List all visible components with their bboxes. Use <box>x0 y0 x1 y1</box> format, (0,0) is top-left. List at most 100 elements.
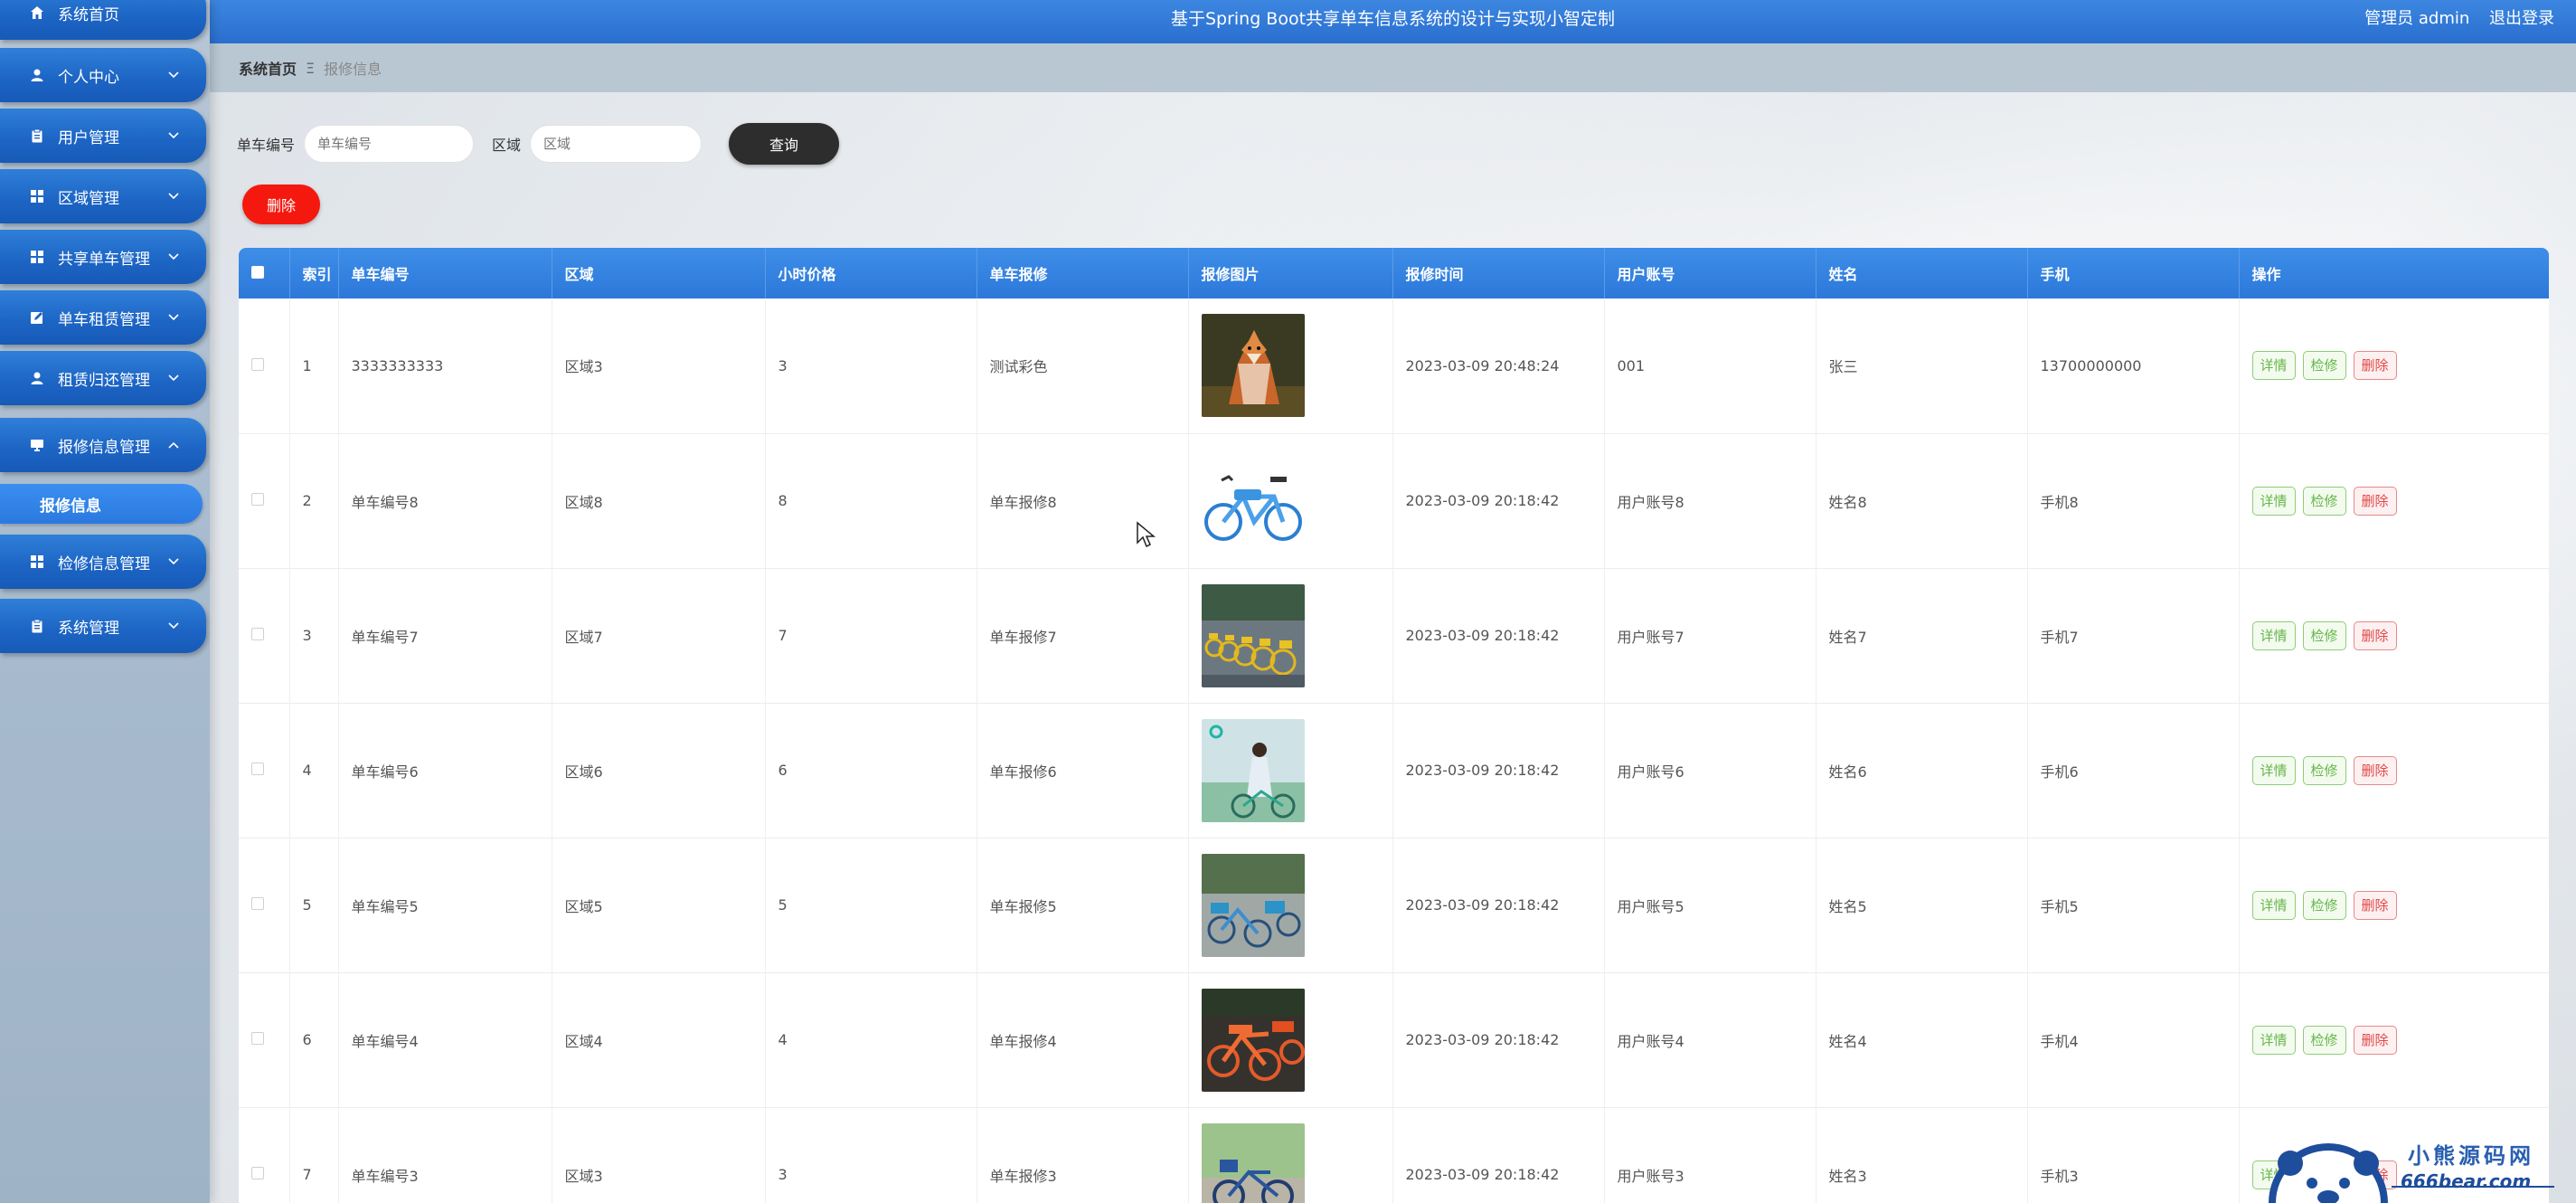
home-icon <box>29 5 45 21</box>
bike-no-input[interactable] <box>304 125 475 163</box>
logout-link[interactable]: 退出登录 <box>2489 9 2554 28</box>
sidebar: 系统首页个人中心用户管理区域管理共享单车管理 单车租赁管理租赁归还管理报修信息管理… <box>0 0 210 1203</box>
detail-button[interactable]: 详情 <box>2251 486 2296 516</box>
repair-photo[interactable] <box>1201 583 1305 687</box>
cell-account: 用户账号7 <box>1604 568 1816 703</box>
inspect-button[interactable]: 检修 <box>2302 351 2346 381</box>
inspect-button[interactable]: 检修 <box>2302 1025 2346 1055</box>
row-checkbox[interactable] <box>251 897 264 910</box>
monitor-icon <box>29 437 45 453</box>
row-delete-button[interactable]: 删除 <box>2353 1025 2397 1055</box>
sidebar-item-label: 个人中心 <box>58 68 119 87</box>
cell-name: 张三 <box>1816 298 2028 433</box>
chevron-down-icon <box>168 374 179 382</box>
detail-button[interactable]: 详情 <box>2251 1025 2296 1055</box>
repair-photo[interactable] <box>1201 449 1305 553</box>
watermark-name: 小熊源码网 <box>2408 1143 2534 1169</box>
user-role: 管理员 admin <box>2364 9 2470 28</box>
select-all-checkbox[interactable] <box>251 265 264 279</box>
repair-photo[interactable] <box>1201 988 1305 1092</box>
cell-area: 区域3 <box>552 1107 766 1203</box>
row-checkbox[interactable] <box>251 763 264 775</box>
table-row: 3 单车编号7 区域7 7 单车报修7 2023-03-09 20:18:42 用户账号7 姓… <box>239 568 2549 703</box>
area-input[interactable] <box>530 125 703 163</box>
main-content: 单车编号 区域 查询 删除 索引单车编号区域小时价格单车报修报修图片报修时间用户… <box>210 92 2576 1203</box>
repair-photo[interactable] <box>1201 314 1305 418</box>
repair-photo[interactable] <box>1201 718 1305 822</box>
row-select-cell <box>239 433 290 568</box>
cell-phone: 手机6 <box>2027 703 2240 838</box>
detail-button[interactable]: 详情 <box>2251 890 2296 920</box>
detail-button[interactable]: 详情 <box>2251 620 2296 650</box>
chevron-down-icon <box>168 314 179 321</box>
cell-bike-no: 单车编号4 <box>338 972 552 1107</box>
header-repair: 单车报修 <box>977 248 1189 298</box>
cell-repair: 单车报修3 <box>977 1107 1189 1203</box>
row-checkbox[interactable] <box>251 1032 264 1045</box>
cell-account: 用户账号4 <box>1604 972 1816 1107</box>
repair-photo[interactable] <box>1201 853 1305 957</box>
sidebar-item-7[interactable]: 租赁归还管理 <box>0 351 206 405</box>
row-delete-button[interactable]: 删除 <box>2353 351 2397 381</box>
cell-phone: 13700000000 <box>2027 298 2240 433</box>
sidebar-item-4[interactable]: 区域管理 <box>0 169 206 223</box>
watermark-url: 666bear.com <box>2401 1170 2532 1192</box>
row-delete-button[interactable]: 删除 <box>2353 620 2397 650</box>
row-checkbox[interactable] <box>251 628 264 640</box>
sidebar-item-label: 系统管理 <box>58 619 119 638</box>
sidebar-item-8[interactable]: 报修信息管理 <box>0 418 206 472</box>
cell-price: 5 <box>765 838 977 972</box>
cell-actions: 详情检修删除 <box>2239 703 2549 838</box>
sidebar-item-9[interactable]: 检修信息管理 <box>0 535 206 589</box>
batch-delete-button[interactable]: 删除 <box>242 185 320 224</box>
row-delete-button[interactable]: 删除 <box>2353 755 2397 785</box>
table-row: 6 单车编号4 区域4 4 单车报修4 2023-03-09 20:18:42 用户账号4 姓… <box>239 972 2549 1107</box>
chevron-down-icon <box>168 253 179 260</box>
search-bar: 单车编号 区域 查询 <box>237 123 840 165</box>
row-delete-button[interactable]: 删除 <box>2353 486 2397 516</box>
cell-bike-no: 单车编号5 <box>338 838 552 972</box>
chevron-down-icon <box>168 71 179 79</box>
sidebar-item-label: 租赁归还管理 <box>58 371 150 390</box>
cell-bike-no: 3333333333 <box>338 298 552 433</box>
breadcrumb-separator: Ξ <box>306 59 316 77</box>
repair-photo[interactable] <box>1201 1122 1305 1203</box>
sidebar-item-3[interactable]: 用户管理 <box>0 109 206 163</box>
row-checkbox[interactable] <box>251 493 264 506</box>
user-icon <box>29 67 45 83</box>
breadcrumb-current: 报修信息 <box>324 61 382 78</box>
table-row: 1 3333333333 区域3 3 测试彩色 2023-03-09 20:48:24 00… <box>239 298 2549 433</box>
detail-button[interactable]: 详情 <box>2251 351 2296 381</box>
inspect-button[interactable]: 检修 <box>2302 755 2346 785</box>
inspect-button[interactable]: 检修 <box>2302 890 2346 920</box>
detail-button[interactable]: 详情 <box>2251 755 2296 785</box>
row-checkbox[interactable] <box>251 1167 264 1179</box>
cell-account: 用户账号3 <box>1604 1107 1816 1203</box>
sidebar-item-label: 用户管理 <box>58 128 119 147</box>
table-row: 5 单车编号5 区域5 5 单车报修5 2023-03-09 20:18:42 用户账号5 姓… <box>239 838 2549 972</box>
cell-name: 姓名7 <box>1816 568 2028 703</box>
cell-area: 区域3 <box>552 298 766 433</box>
app-title: 基于Spring Boot共享单车信息系统的设计与实现小智定制 <box>1170 9 1616 29</box>
header-account: 用户账号 <box>1604 248 1816 298</box>
row-checkbox[interactable] <box>251 357 264 371</box>
sidebar-item-10[interactable]: 系统管理 <box>0 599 206 653</box>
cell-actions: 详情检修删除 <box>2239 568 2549 703</box>
inspect-button[interactable]: 检修 <box>2302 486 2346 516</box>
area-label: 区域 <box>492 137 522 154</box>
inspect-button[interactable]: 检修 <box>2302 620 2346 650</box>
mouse-cursor-icon <box>1137 521 1156 548</box>
cell-actions: 详情检修删除 <box>2239 433 2549 568</box>
query-button[interactable]: 查询 <box>729 123 840 165</box>
cell-index: 6 <box>289 972 339 1107</box>
sidebar-item-5[interactable]: 共享单车管理 <box>0 230 206 284</box>
bike-no-label: 单车编号 <box>237 137 296 154</box>
cell-price: 4 <box>765 972 977 1107</box>
sidebar-subitem-repair-info[interactable]: 报修信息 <box>0 484 203 524</box>
sidebar-item-6[interactable]: 单车租赁管理 <box>0 290 206 345</box>
breadcrumb-home[interactable]: 系统首页 <box>239 57 297 79</box>
sidebar-item-2[interactable]: 个人中心 <box>0 48 206 102</box>
row-delete-button[interactable]: 删除 <box>2353 890 2397 920</box>
sidebar-item-1[interactable]: 系统首页 <box>0 0 206 40</box>
cell-image <box>1188 298 1393 433</box>
